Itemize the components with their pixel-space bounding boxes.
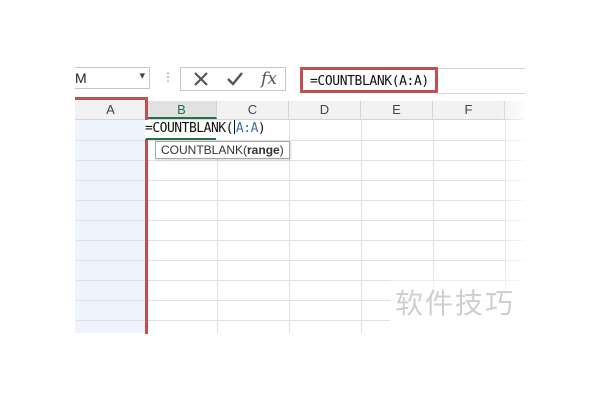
- range-reference: A:A: [235, 121, 258, 136]
- row-line: [75, 240, 525, 241]
- formula-text: =COUNTBLANK(A:A): [310, 74, 429, 89]
- row-line: [75, 220, 525, 221]
- function-tooltip[interactable]: COUNTBLANK(range): [155, 141, 290, 159]
- drag-handle-icon[interactable]: ⋮: [162, 70, 174, 84]
- column-headers: A B C D E F: [75, 101, 525, 120]
- fx-icon: fx: [261, 69, 277, 89]
- watermark-text: 软件技巧: [395, 287, 516, 320]
- name-box-value: M: [75, 70, 87, 86]
- column-header-e[interactable]: E: [361, 101, 433, 119]
- cell-b1-editor[interactable]: =COUNTBLANK(A:A): [145, 120, 266, 139]
- row-line: [75, 140, 525, 141]
- insert-function-button[interactable]: fx: [253, 68, 285, 90]
- active-cell-indicator: [146, 138, 216, 140]
- tooltip-function: COUNTBLANK(: [161, 143, 248, 157]
- row-line: [75, 180, 525, 181]
- formula-input[interactable]: =COUNTBLANK(A:A): [300, 67, 438, 93]
- column-header-f[interactable]: F: [433, 101, 505, 119]
- formula-input-extension[interactable]: [438, 68, 525, 94]
- formula-prefix: =COUNTBLANK(: [145, 121, 233, 136]
- column-header-d[interactable]: D: [289, 101, 361, 119]
- text-cursor: [233, 120, 235, 134]
- tooltip-argument: range: [247, 143, 280, 157]
- column-header-c[interactable]: C: [217, 101, 289, 119]
- row-line: [75, 260, 525, 261]
- column-header-a[interactable]: A: [75, 101, 147, 119]
- formula-suffix: ): [257, 121, 266, 136]
- tooltip-close: ): [279, 143, 284, 157]
- chevron-down-icon[interactable]: ▾: [139, 69, 145, 82]
- formula-buttons: fx: [180, 67, 286, 91]
- check-icon: [227, 72, 243, 86]
- row-line: [75, 200, 525, 201]
- x-icon: [194, 72, 208, 86]
- cancel-button[interactable]: [185, 68, 217, 90]
- column-header-b[interactable]: B: [147, 101, 217, 119]
- row-line: [75, 160, 525, 161]
- column-line: [361, 120, 362, 333]
- column-a-selection: [75, 120, 147, 333]
- enter-button[interactable]: [219, 68, 251, 90]
- name-box[interactable]: M ▾: [75, 67, 150, 89]
